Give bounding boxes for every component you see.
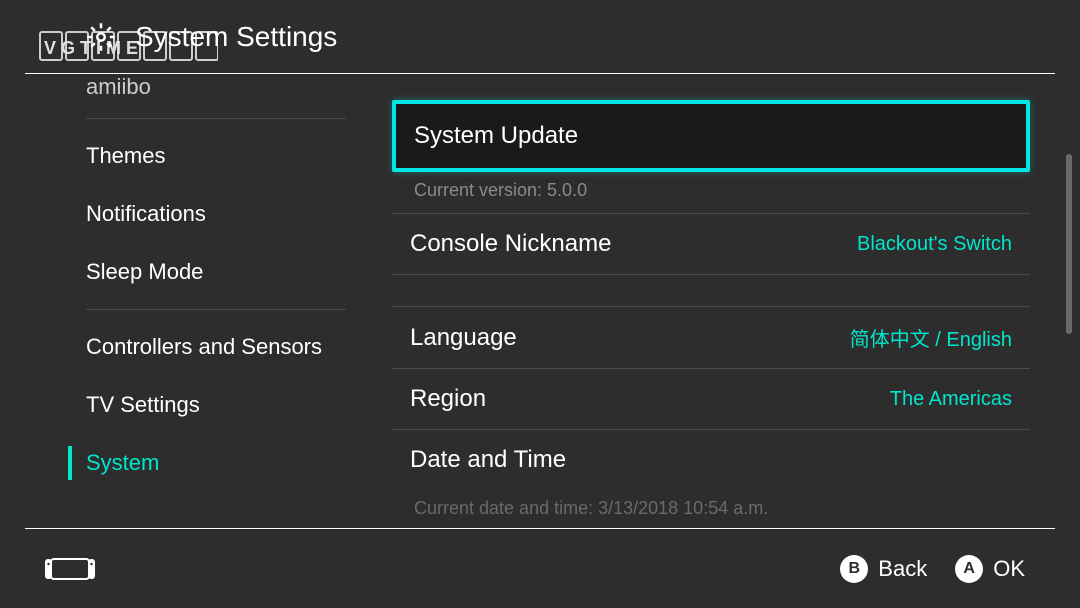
- svg-text:V G T I M E: V G T I M E: [44, 38, 138, 58]
- row-label: Region: [410, 385, 486, 413]
- row-console-nickname[interactable]: Console Nickname Blackout's Switch: [392, 214, 1030, 275]
- main-area: amiibo Themes Notifications Sleep Mode C…: [0, 74, 1080, 528]
- sidebar-item-amiibo[interactable]: amiibo: [68, 74, 380, 110]
- ok-button[interactable]: A OK: [955, 555, 1025, 583]
- sidebar-item-label: Themes: [86, 143, 165, 168]
- row-value: The Americas: [890, 388, 1012, 411]
- row-label: Language: [410, 324, 517, 352]
- row-value: Blackout's Switch: [857, 233, 1012, 256]
- sidebar-item-themes[interactable]: Themes: [68, 127, 380, 185]
- sidebar-item-label: Sleep Mode: [86, 259, 203, 284]
- row-language[interactable]: Language 简体中文 / English: [392, 307, 1030, 369]
- scrollbar[interactable]: [1066, 154, 1072, 334]
- row-label: Console Nickname: [410, 230, 611, 258]
- sidebar-item-label: Controllers and Sensors: [86, 334, 322, 359]
- sidebar-item-controllers-sensors[interactable]: Controllers and Sensors: [68, 318, 380, 376]
- row-label: Date and Time: [410, 446, 566, 474]
- sidebar-item-system[interactable]: System: [68, 434, 380, 492]
- sidebar-divider: [86, 309, 346, 310]
- spacer: [392, 275, 1030, 307]
- row-date-time[interactable]: Date and Time: [392, 430, 1030, 490]
- footer-left: [45, 557, 95, 581]
- content-panel: System Update Current version: 5.0.0 Con…: [380, 74, 1080, 528]
- sidebar-item-notifications[interactable]: Notifications: [68, 185, 380, 243]
- row-system-update[interactable]: System Update: [392, 100, 1030, 172]
- b-button-icon: B: [840, 555, 868, 583]
- back-label: Back: [878, 556, 927, 582]
- ok-label: OK: [993, 556, 1025, 582]
- footer: B Back A OK: [25, 528, 1055, 608]
- row-label: System Update: [414, 122, 578, 150]
- sidebar-divider: [86, 118, 346, 119]
- sidebar-item-tv-settings[interactable]: TV Settings: [68, 376, 380, 434]
- a-button-icon: A: [955, 555, 983, 583]
- sidebar-item-label: Notifications: [86, 201, 206, 226]
- row-region[interactable]: Region The Americas: [392, 369, 1030, 430]
- watermark-logo: V G T I M E: [38, 26, 218, 71]
- sidebar-item-label: TV Settings: [86, 392, 200, 417]
- row-value: 简体中文 / English: [850, 323, 1012, 352]
- system-update-version: Current version: 5.0.0: [392, 172, 1030, 214]
- date-time-current: Current date and time: 3/13/2018 10:54 a…: [392, 490, 1030, 519]
- sidebar: amiibo Themes Notifications Sleep Mode C…: [0, 74, 380, 528]
- footer-right: B Back A OK: [840, 555, 1025, 583]
- sidebar-item-label: amiibo: [86, 74, 151, 99]
- controller-icon: [45, 557, 95, 581]
- sidebar-item-sleep-mode[interactable]: Sleep Mode: [68, 243, 380, 301]
- back-button[interactable]: B Back: [840, 555, 927, 583]
- sidebar-item-label: System: [86, 450, 159, 475]
